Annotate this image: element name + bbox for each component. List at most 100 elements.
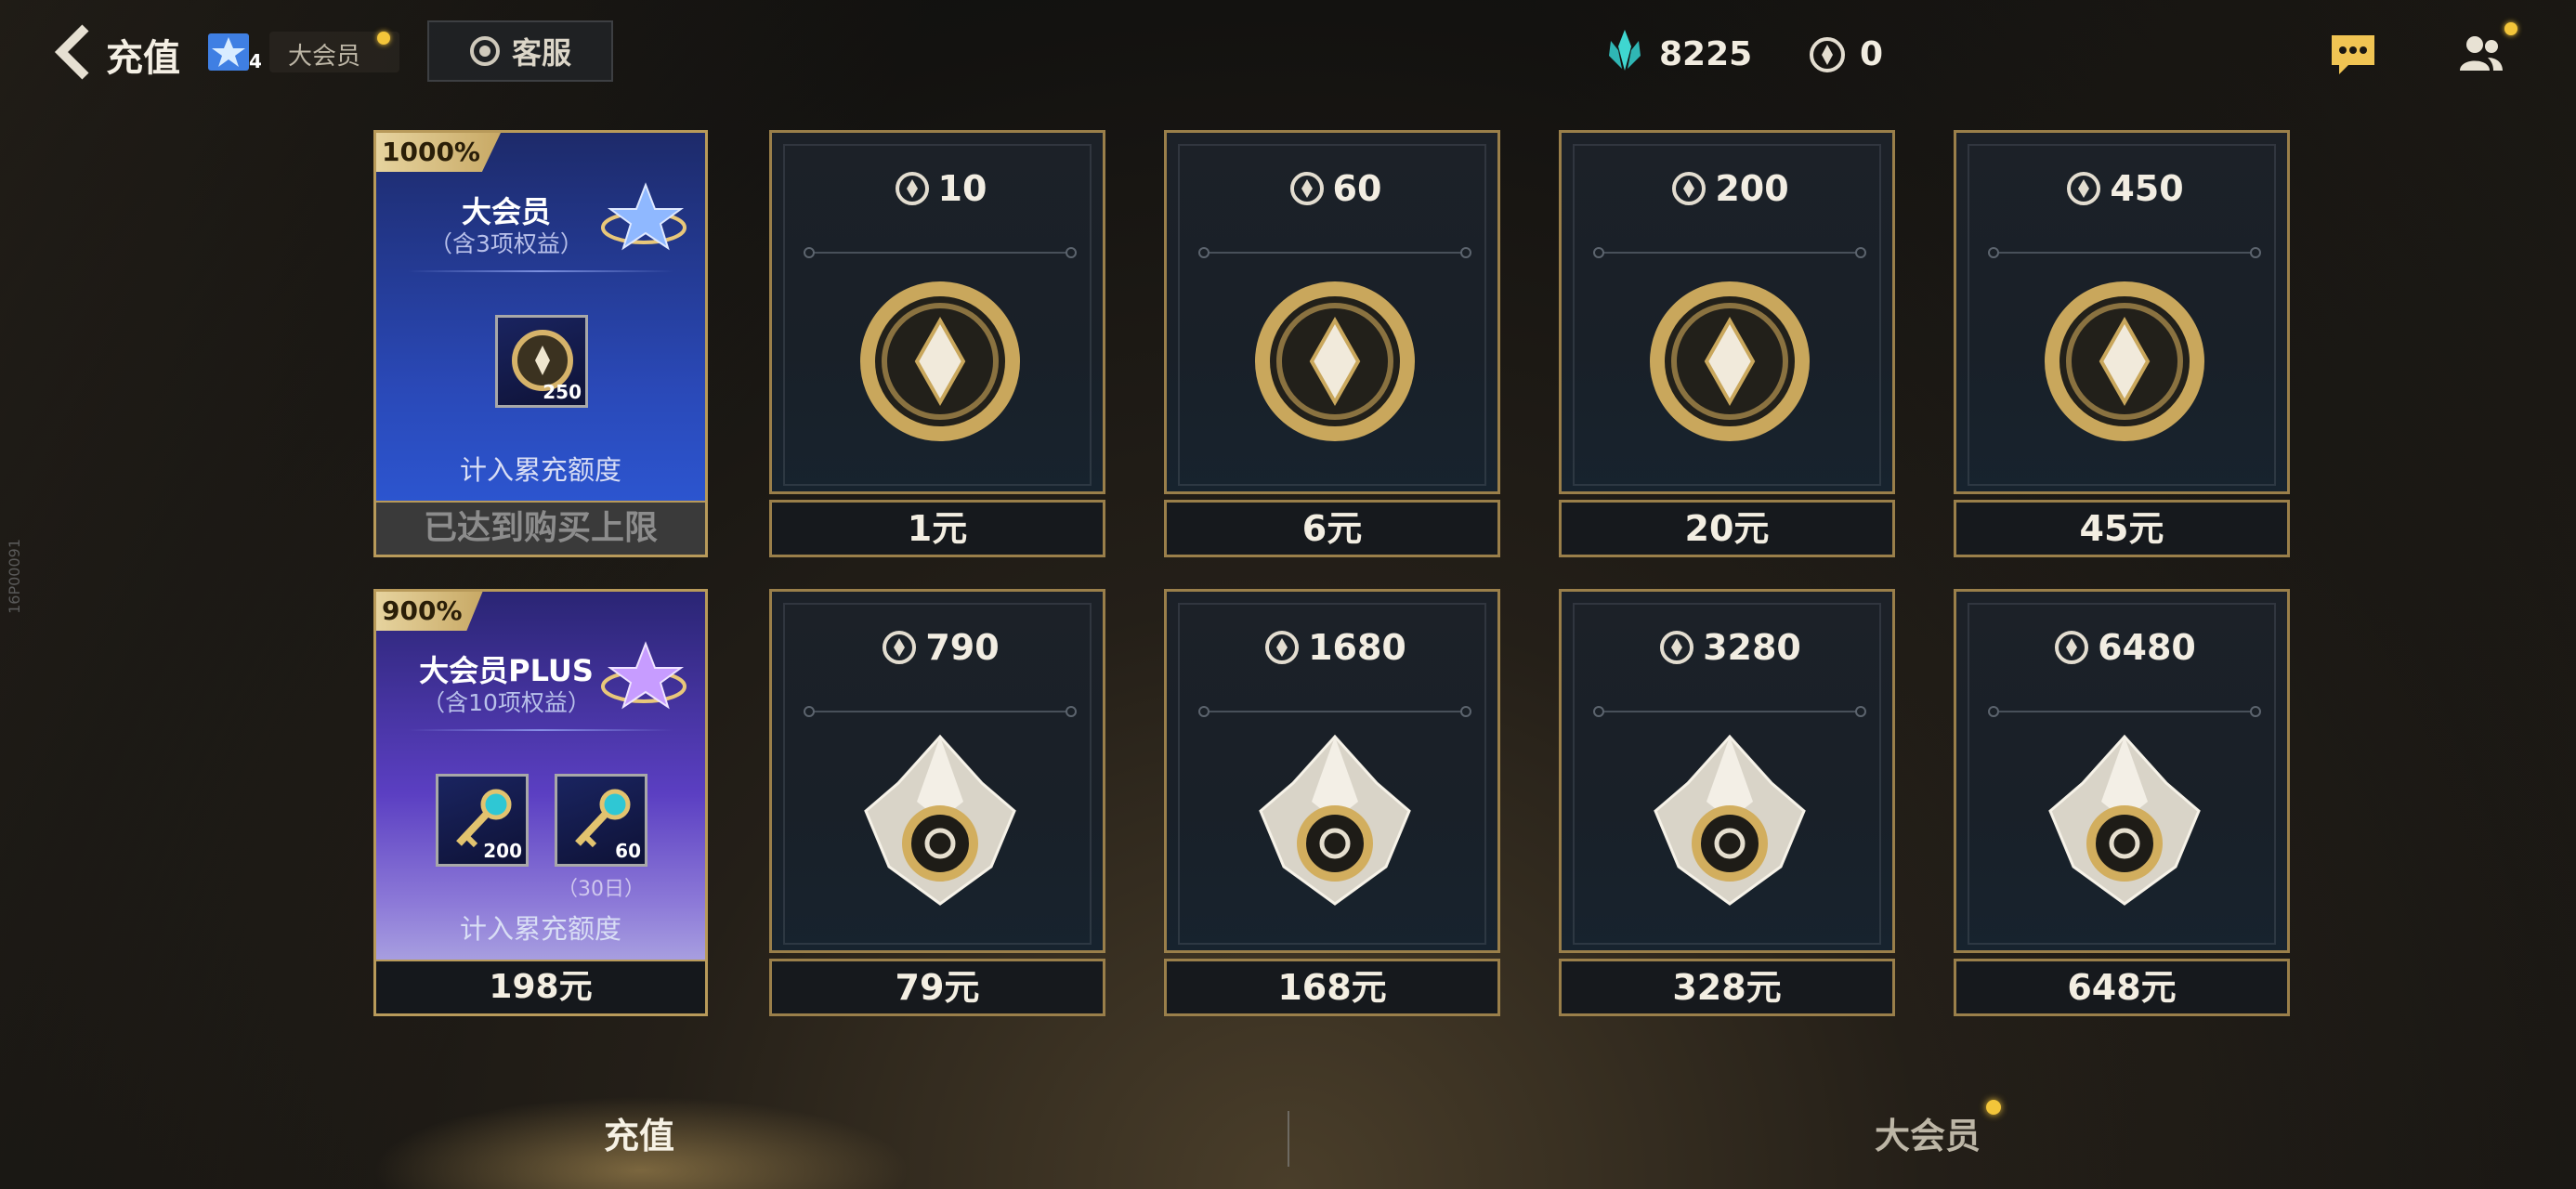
recharge-card[interactable]: 60 6元: [1164, 130, 1500, 561]
divider: [1988, 706, 2261, 717]
reward-item[interactable]: 250: [495, 315, 588, 408]
vip-plus-star-icon: [601, 641, 686, 710]
coin-icon: [2045, 281, 2204, 441]
customer-service-button[interactable]: 客服: [427, 20, 613, 82]
recharge-card-frame: 10: [769, 130, 1105, 494]
price-button[interactable]: 328元: [1559, 959, 1895, 1016]
back-button[interactable]: [52, 22, 93, 82]
duration-label: （30日）: [557, 878, 645, 901]
recharge-card-frame: 200: [1559, 130, 1895, 494]
membership-card-body: 900% 大会员PLUS （含10项权益） 200 60 （30日） 计入累充额…: [376, 592, 705, 960]
amount-value: 1680: [1308, 627, 1406, 668]
membership-card-body: 1000% 大会员 （含3项权益） 250 计入累充额度: [376, 133, 705, 501]
recharge-amount: 10: [772, 168, 1108, 209]
reward-count: 60: [615, 840, 641, 862]
amount-value: 200: [1715, 168, 1789, 209]
recharge-card-frame: 60: [1164, 130, 1500, 494]
recharge-amount: 1680: [1167, 627, 1503, 668]
currency-art: [1247, 727, 1423, 913]
divider: [1198, 706, 1471, 717]
chat-icon[interactable]: [2328, 32, 2378, 78]
recharge-card[interactable]: 1680 168元: [1164, 589, 1500, 1020]
price-button[interactable]: 1元: [769, 500, 1105, 557]
divider: [408, 729, 673, 731]
vip-label: 大会员: [288, 43, 361, 71]
recharge-card[interactable]: 10 1元: [769, 130, 1105, 561]
tally-note: 计入累充额度: [459, 913, 621, 945]
coin-icon: [1255, 281, 1415, 441]
currency-art: [2036, 727, 2213, 913]
reward-item[interactable]: 60: [555, 774, 647, 867]
recharge-amount: 3280: [1562, 627, 1898, 668]
chevron-left-icon: [54, 24, 89, 80]
recharge-card-frame: 1680: [1164, 589, 1500, 953]
reward-item[interactable]: 200: [436, 774, 529, 867]
membership-price-button[interactable]: 198元: [376, 960, 705, 1013]
recharge-amount: 6480: [1956, 627, 2293, 668]
top-bar: 充值 4 大会员 客服 8225 0: [0, 0, 2576, 111]
recharge-card-frame: 790: [769, 589, 1105, 953]
coupon-icon: [1660, 631, 1694, 664]
membership-plus-card[interactable]: 900% 大会员PLUS （含10项权益） 200 60 （30日） 计入累充额…: [373, 589, 708, 1016]
recharge-amount: 200: [1562, 168, 1898, 209]
vip-level: 4: [249, 50, 262, 72]
coupon-icon: [1289, 172, 1324, 205]
currency-art: [1247, 268, 1423, 454]
coin-icon: [860, 281, 1020, 441]
membership-card[interactable]: 1000% 大会员 （含3项权益） 250 计入累充额度 已达到购买上限: [373, 130, 708, 557]
notification-dot: [1986, 1100, 2001, 1115]
gem-count: 8225: [1659, 35, 1753, 73]
recharge-card[interactable]: 790 79元: [769, 589, 1105, 1020]
customer-service-label: 客服: [511, 35, 571, 71]
page-title: 充值: [106, 37, 180, 80]
tab-vip[interactable]: 大会员: [1875, 1107, 1981, 1158]
membership-subtitle: （含10项权益）: [422, 689, 591, 716]
bonus-tag: 1000%: [376, 133, 501, 172]
recharge-card-frame: 3280: [1559, 589, 1895, 953]
price-button[interactable]: 79元: [769, 959, 1105, 1016]
price-button[interactable]: 20元: [1559, 500, 1895, 557]
friends-icon[interactable]: [2456, 30, 2506, 76]
tally-note: 计入累充额度: [459, 454, 621, 486]
price-button[interactable]: 648元: [1954, 959, 2290, 1016]
crystal-icon: [2048, 734, 2201, 906]
recharge-card[interactable]: 200 20元: [1559, 130, 1895, 561]
coupon-icon: [1265, 631, 1300, 664]
currency-art: [1641, 727, 1818, 913]
bonus-tag: 900%: [376, 592, 483, 631]
notification-dot: [377, 32, 390, 45]
divider: [804, 706, 1077, 717]
crystal-icon: [1259, 734, 1411, 906]
recharge-card[interactable]: 450 45元: [1954, 130, 2290, 561]
price-button[interactable]: 6元: [1164, 500, 1500, 557]
crystal-icon: [1654, 734, 1806, 906]
amount-value: 60: [1332, 168, 1382, 209]
coupon-icon: [1810, 37, 1845, 72]
divider: [1593, 247, 1866, 258]
currency-art: [1641, 268, 1818, 454]
amount-value: 6480: [2098, 627, 2196, 668]
reward-count: 250: [543, 381, 582, 403]
currency-art: [852, 268, 1028, 454]
divider: [1198, 247, 1471, 258]
amount-value: 790: [925, 627, 1000, 668]
divider: [408, 270, 673, 272]
headset-icon: [469, 36, 500, 66]
coupon-icon: [2055, 631, 2089, 664]
divider: [804, 247, 1077, 258]
recharge-card[interactable]: 3280 328元: [1559, 589, 1895, 1020]
coin-icon: [1650, 281, 1810, 441]
tab-recharge[interactable]: 充值: [604, 1107, 674, 1158]
amount-value: 10: [937, 168, 987, 209]
gem-icon: [1609, 30, 1641, 71]
recharge-card[interactable]: 6480 648元: [1954, 589, 2290, 1020]
currency-art: [852, 727, 1028, 913]
divider: [1988, 247, 2261, 258]
price-button[interactable]: 168元: [1164, 959, 1500, 1016]
crystal-icon: [864, 734, 1016, 906]
coupon-icon: [1672, 172, 1706, 205]
membership-subtitle: （含3项权益）: [429, 230, 583, 257]
membership-price-button[interactable]: 已达到购买上限: [376, 501, 705, 555]
recharge-amount: 60: [1167, 168, 1503, 209]
price-button[interactable]: 45元: [1954, 500, 2290, 557]
